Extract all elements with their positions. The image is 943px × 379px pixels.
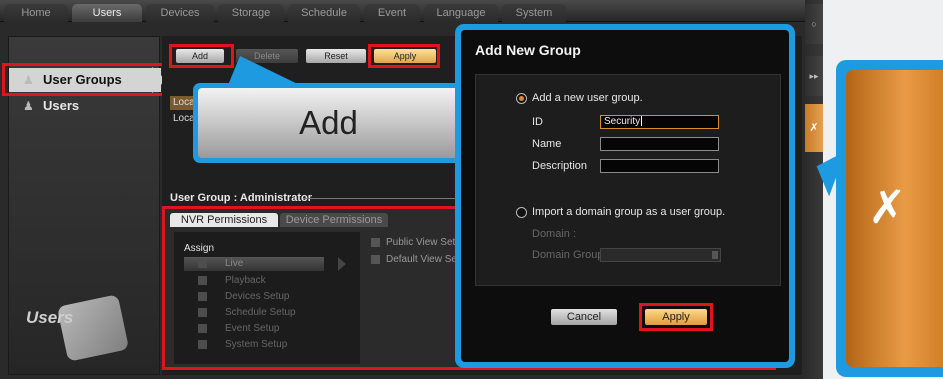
domain-label: Domain :: [532, 228, 577, 240]
id-value: Security: [604, 116, 641, 127]
user-group-title: User Group : Administrator: [170, 192, 312, 204]
tools-callout: ✗: [836, 60, 943, 377]
tab-devices[interactable]: Devices: [146, 4, 214, 22]
name-input[interactable]: [600, 137, 719, 151]
highlight-add: [169, 44, 234, 68]
tab-storage[interactable]: Storage: [218, 4, 284, 22]
wrench-screwdriver-icon: ✗: [868, 181, 907, 233]
domain-group-label: Domain Group: [532, 249, 604, 261]
dialog-callout: Add New Group Add a new user group. ID S…: [455, 24, 795, 368]
tab-system[interactable]: System: [502, 4, 566, 22]
sidebar-item-label: Users: [43, 98, 80, 113]
user-icon: ♟: [23, 99, 34, 113]
users-logo: Users: [26, 308, 74, 327]
circle-icon[interactable]: ○: [805, 4, 823, 44]
radio-add-new[interactable]: [516, 93, 527, 104]
highlight-user-groups: [2, 63, 168, 96]
title-divider: [303, 198, 463, 199]
id-label: ID: [532, 116, 543, 128]
highlight-apply: [368, 44, 440, 68]
tab-event[interactable]: Event: [364, 4, 420, 22]
screenshot-root: Home Users Devices Storage Schedule Even…: [0, 0, 943, 379]
reset-button[interactable]: Reset: [306, 49, 366, 63]
highlight-dialog-apply: [639, 303, 713, 331]
chevron-down-icon: [712, 251, 718, 259]
id-input[interactable]: Security: [600, 115, 719, 129]
tab-home[interactable]: Home: [4, 4, 68, 22]
expand-icon[interactable]: ▸▸: [805, 56, 823, 96]
top-tab-bar: Home Users Devices Storage Schedule Even…: [0, 0, 805, 22]
tab-schedule[interactable]: Schedule: [288, 4, 360, 22]
description-input[interactable]: [600, 159, 719, 173]
add-button-zoomed[interactable]: Add: [198, 88, 459, 158]
add-callout: Add: [193, 83, 464, 163]
tools-icon[interactable]: ✗: [805, 104, 823, 152]
name-label: Name: [532, 138, 562, 150]
tab-language[interactable]: Language: [424, 4, 498, 22]
description-label: Description: [532, 160, 588, 172]
option-add-label: Add a new user group.: [532, 92, 643, 104]
dialog-title: Add New Group: [475, 42, 581, 58]
add-new-group-dialog: Add New Group Add a new user group. ID S…: [461, 30, 789, 362]
text-caret: [641, 116, 643, 127]
radio-import-domain[interactable]: [516, 207, 527, 218]
domain-group-select[interactable]: [600, 248, 721, 262]
tools-button-zoomed[interactable]: ✗: [846, 70, 943, 367]
dialog-body: Add a new user group. ID Security Name D…: [475, 74, 781, 286]
tab-users[interactable]: Users: [72, 4, 142, 22]
option-import-label: Import a domain group as a user group.: [532, 206, 726, 218]
cancel-button[interactable]: Cancel: [551, 309, 617, 325]
sidebar-item-users[interactable]: ♟ Users: [9, 94, 161, 118]
